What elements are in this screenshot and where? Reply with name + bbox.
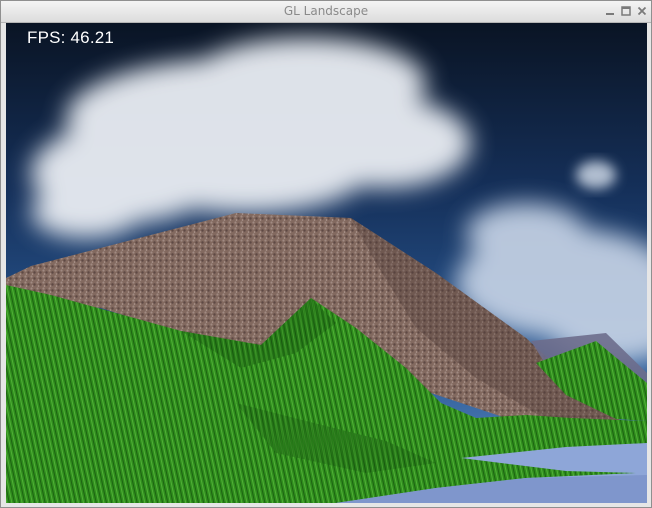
close-icon[interactable]: [636, 5, 648, 17]
app-window: GL Landscape FPS: 46.21: [0, 0, 652, 508]
fps-counter: FPS: 46.21: [27, 28, 115, 47]
gl-viewport[interactable]: FPS: 46.21: [6, 23, 647, 503]
window-title: GL Landscape: [283, 4, 369, 18]
title-bar[interactable]: GL Landscape: [1, 1, 651, 23]
minimize-icon[interactable]: [604, 5, 616, 17]
landscape-scene: [6, 23, 647, 503]
maximize-icon[interactable]: [620, 5, 632, 17]
